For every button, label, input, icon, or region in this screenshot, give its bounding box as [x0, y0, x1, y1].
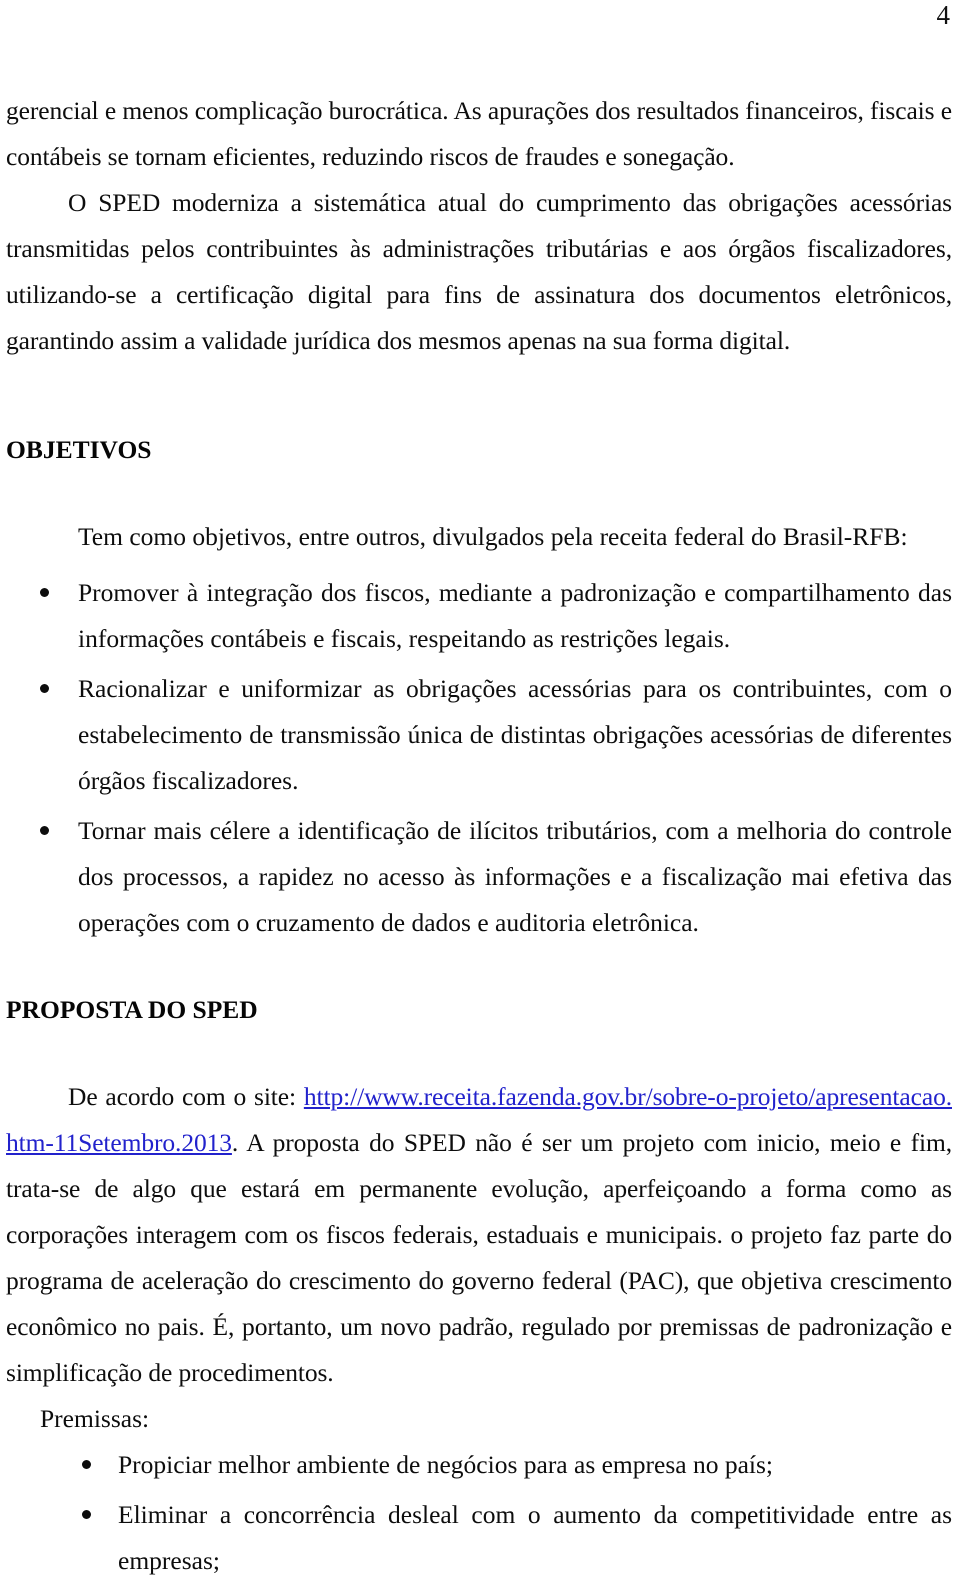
- bullet-dot-icon: [40, 826, 49, 835]
- proposta-intro-suffix: . A proposta do SPED não é ser um projet…: [6, 1128, 952, 1387]
- objetivos-lead-text: Tem como objetivos, entre outros, divulg…: [78, 522, 908, 551]
- paragraph-sped-modernization: O SPED moderniza a sistemática atual do …: [6, 188, 952, 355]
- list-item: Racionalizar e uniformizar as obrigações…: [6, 666, 952, 804]
- bullet-dot-icon: [40, 588, 49, 597]
- list-item: Propiciar melhor ambiente de negócios pa…: [6, 1442, 952, 1488]
- page-number: 4: [936, 0, 951, 30]
- list-item-text: Tornar mais célere a identificação de il…: [78, 816, 952, 937]
- proposta-intro-prefix: De acordo com o site:: [68, 1082, 304, 1111]
- list-item: Promover à integração dos fiscos, median…: [6, 570, 952, 662]
- paragraph-proposta: De acordo com o site: http://www.receita…: [6, 1074, 952, 1396]
- heading-proposta-do-sped: PROPOSTA DO SPED: [6, 995, 258, 1024]
- premissas-label: Premissas:: [40, 1404, 150, 1433]
- bullet-dot-icon: [40, 684, 49, 693]
- objetivos-list: Promover à integração dos fiscos, median…: [6, 570, 952, 946]
- heading-spacer: [6, 470, 952, 514]
- list-item: Tornar mais célere a identificação de il…: [6, 808, 952, 946]
- heading-spacer: [6, 1030, 952, 1074]
- paragraph-intro-continued: gerencial e menos complicação burocrátic…: [6, 96, 952, 171]
- bullet-dot-icon: [82, 1460, 91, 1469]
- document-page: 4 gerencial e menos complicação burocrát…: [0, 0, 960, 1576]
- page-content: gerencial e menos complicação burocrátic…: [6, 88, 952, 1584]
- list-item-text: Eliminar a concorrência desleal com o au…: [118, 1500, 952, 1575]
- premissas-list: Propiciar melhor ambiente de negócios pa…: [6, 1442, 952, 1584]
- list-item-text: Racionalizar e uniformizar as obrigações…: [78, 674, 952, 795]
- heading-objetivos: OBJETIVOS: [6, 435, 152, 464]
- list-item-text: Promover à integração dos fiscos, median…: [78, 578, 952, 653]
- bullet-dot-icon: [82, 1510, 91, 1519]
- list-item: Eliminar a concorrência desleal com o au…: [6, 1492, 952, 1584]
- list-item-text: Propiciar melhor ambiente de negócios pa…: [118, 1450, 773, 1479]
